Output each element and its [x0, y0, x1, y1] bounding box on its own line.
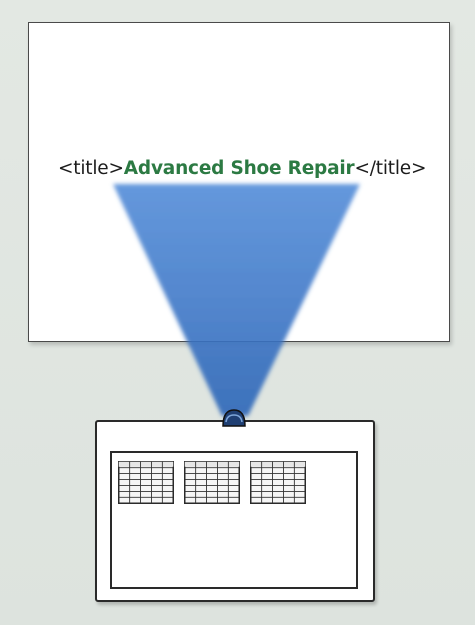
html-document-sheet	[28, 22, 450, 342]
grid-table-icon	[250, 461, 306, 504]
title-tag-code: <title>Advanced Shoe Repair</title>	[58, 158, 426, 179]
diagram-canvas: <title>Advanced Shoe Repair</title>	[0, 0, 475, 625]
title-open-tag: <title>	[58, 158, 124, 179]
grid-table-icon	[184, 461, 240, 504]
grid-table-icon	[118, 461, 174, 504]
title-text: Advanced Shoe Repair	[123, 158, 355, 179]
title-close-tag: </title>	[354, 158, 427, 179]
projector-lens-icon	[222, 409, 246, 427]
browser-window	[95, 420, 375, 602]
